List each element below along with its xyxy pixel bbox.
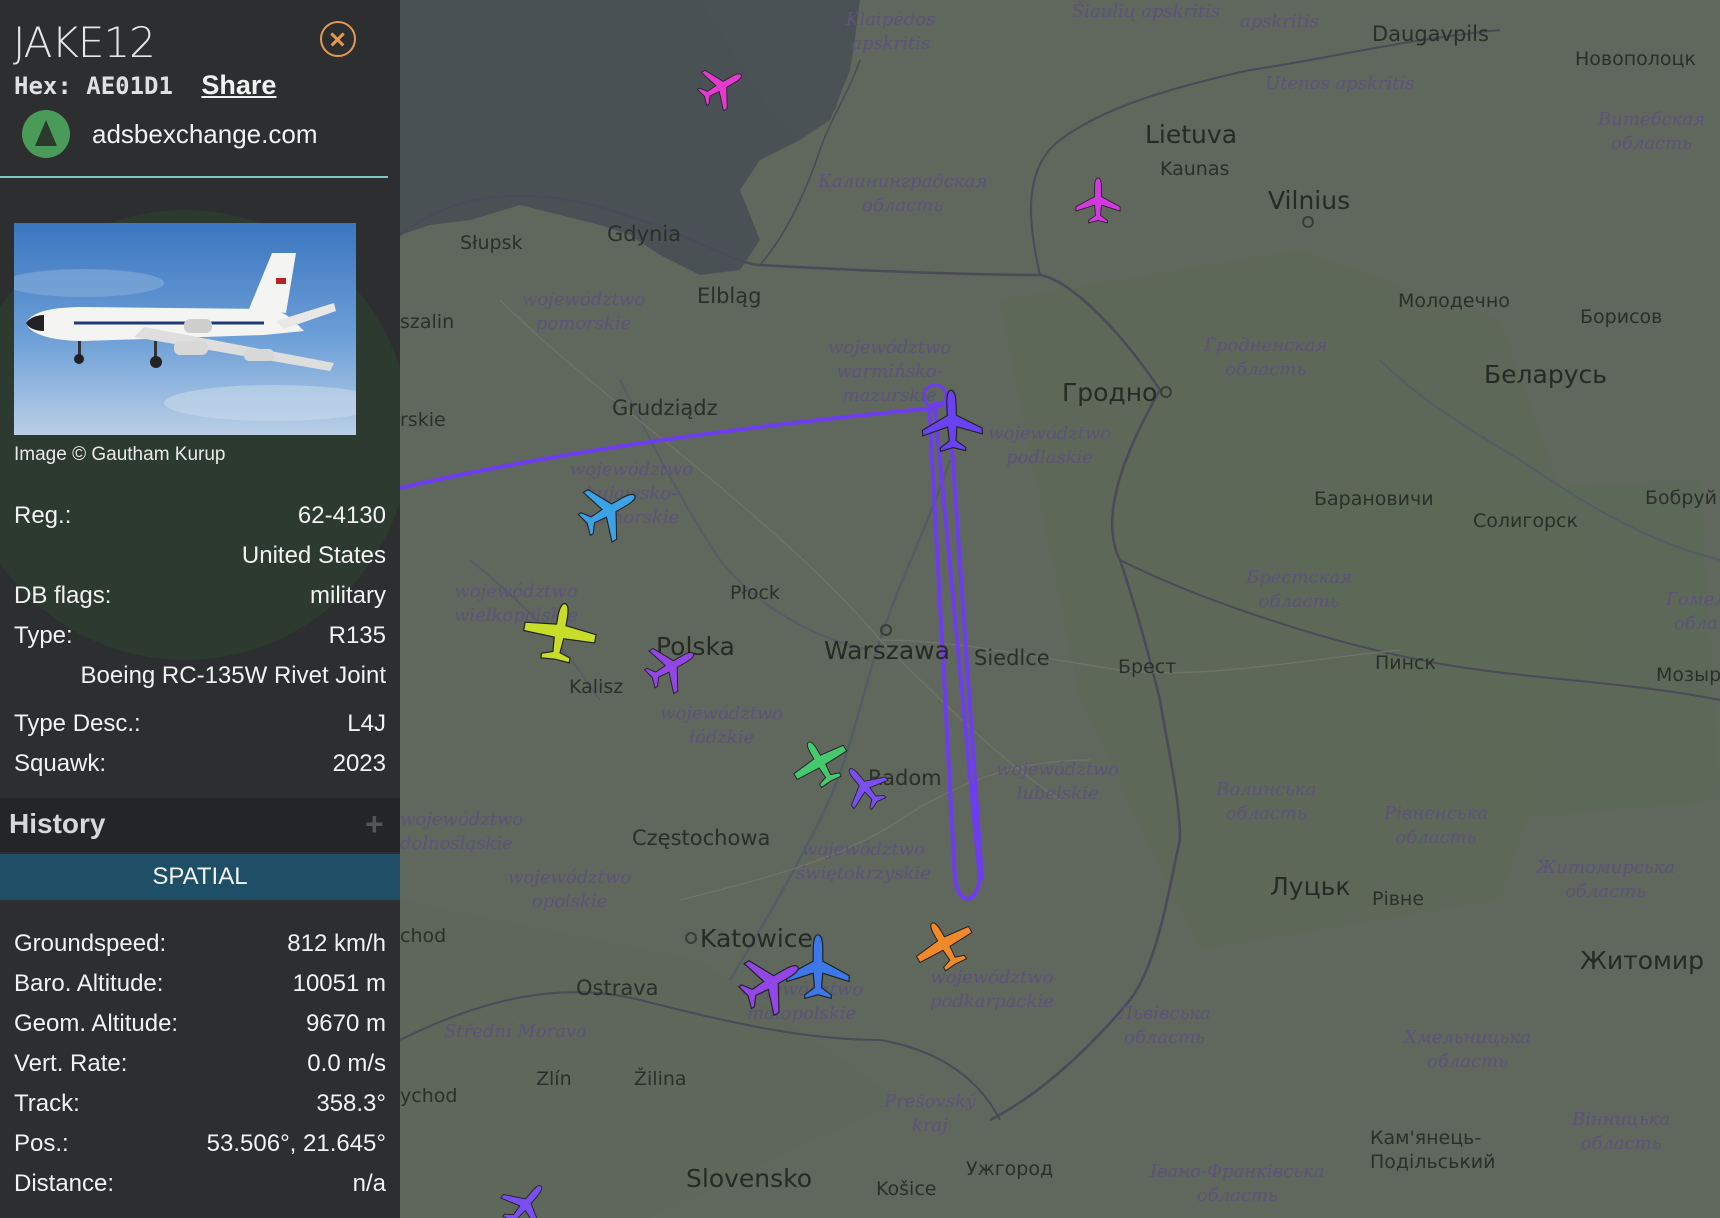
type-full-value: Boeing RC-135W Rivet Joint	[80, 662, 386, 689]
baro-altitude-value: 10051 m	[292, 970, 386, 997]
squawk-label: Squawk:	[14, 750, 107, 777]
aircraft-marker-yellow[interactable]	[518, 596, 602, 668]
typedesc-label: Type Desc.:	[14, 710, 141, 737]
position-value: 53.506°, 21.645°	[206, 1130, 386, 1157]
country-value: United States	[241, 542, 386, 569]
aircraft-marker-violet[interactable]	[832, 754, 897, 819]
aircraft-info-panel: JAKE12 Hex: AE01D1 Share adsbexchange.co…	[0, 0, 400, 1218]
divider	[0, 176, 388, 178]
aircraft-marker-purple[interactable]	[636, 631, 707, 701]
aircraft-photo-image	[14, 253, 356, 421]
vert-rate-row: Vert. Rate: 0.0 m/s	[14, 1050, 386, 1086]
hex-value: AE01D1	[86, 72, 173, 100]
history-title[interactable]: History	[9, 808, 105, 840]
distance-value: n/a	[352, 1170, 386, 1197]
country-row: United States	[14, 542, 386, 578]
typedesc-value: L4J	[347, 710, 386, 737]
distance-label: Distance:	[14, 1170, 115, 1197]
vert-rate-value: 0.0 m/s	[307, 1050, 386, 1077]
close-icon[interactable]	[320, 21, 356, 57]
photo-credit: Image © Gautham Kurup	[14, 444, 226, 465]
groundspeed-label: Groundspeed:	[14, 930, 167, 957]
aircraft-marker-selected[interactable]	[920, 388, 984, 453]
typedesc-row: Type Desc.: L4J	[14, 710, 386, 746]
position-row: Pos.: 53.506°, 21.645°	[14, 1130, 386, 1166]
tab-spatial[interactable]: SPATIAL	[0, 854, 400, 900]
dbflags-value: military	[310, 582, 386, 609]
baro-altitude-row: Baro. Altitude: 10051 m	[14, 970, 386, 1006]
baro-altitude-label: Baro. Altitude:	[14, 970, 164, 997]
squawk-row: Squawk: 2023	[14, 750, 386, 786]
track-value: 358.3°	[316, 1090, 386, 1117]
reg-value[interactable]: 62-4130	[298, 502, 386, 530]
aircraft-marker-green[interactable]	[783, 727, 857, 797]
type-label: Type:	[14, 622, 73, 649]
aircraft-photo[interactable]	[14, 223, 356, 435]
squawk-value: 2023	[332, 750, 386, 777]
aircraft-marker-skyblue[interactable]	[569, 470, 650, 551]
hex-row: Hex: AE01D1 Share	[14, 70, 276, 101]
geom-altitude-label: Geom. Altitude:	[14, 1010, 179, 1037]
geom-altitude-value: 9670 m	[305, 1010, 386, 1037]
hex-label: Hex:	[14, 72, 72, 100]
groundspeed-value: 812 km/h	[287, 930, 386, 957]
source-row[interactable]: adsbexchange.com	[22, 110, 317, 158]
aircraft-marker-magenta-2[interactable]	[1075, 177, 1121, 224]
track-row: Track: 358.3°	[14, 1090, 386, 1126]
reg-row: Reg.: 62-4130	[14, 502, 386, 538]
aircraft-marker-purple-2[interactable]	[729, 940, 814, 1024]
dbflags-row: DB flags: military	[14, 582, 386, 618]
callsign: JAKE12	[13, 18, 156, 67]
history-expand-icon[interactable]: +	[365, 806, 384, 843]
aircraft-marker-orange[interactable]	[905, 907, 983, 981]
type-value: R135	[328, 622, 386, 649]
aircraft-marker-purple-3[interactable]	[492, 1170, 560, 1218]
reg-label: Reg.:	[14, 502, 72, 529]
distance-row: Distance: n/a	[14, 1170, 386, 1206]
adsbexchange-logo-icon	[22, 110, 70, 158]
track-label: Track:	[14, 1090, 80, 1117]
geom-altitude-row: Geom. Altitude: 9670 m	[14, 1010, 386, 1046]
type-row: Type: R135	[14, 622, 386, 658]
position-label: Pos.:	[14, 1130, 69, 1157]
source-name[interactable]: adsbexchange.com	[92, 119, 317, 150]
share-link[interactable]: Share	[201, 70, 276, 100]
dbflags-label: DB flags:	[14, 582, 112, 609]
type-full-row: Boeing RC-135W Rivet Joint	[14, 662, 386, 698]
aircraft-marker-magenta[interactable]	[690, 55, 753, 118]
vert-rate-label: Vert. Rate:	[14, 1050, 128, 1077]
groundspeed-row: Groundspeed: 812 km/h	[14, 930, 386, 966]
